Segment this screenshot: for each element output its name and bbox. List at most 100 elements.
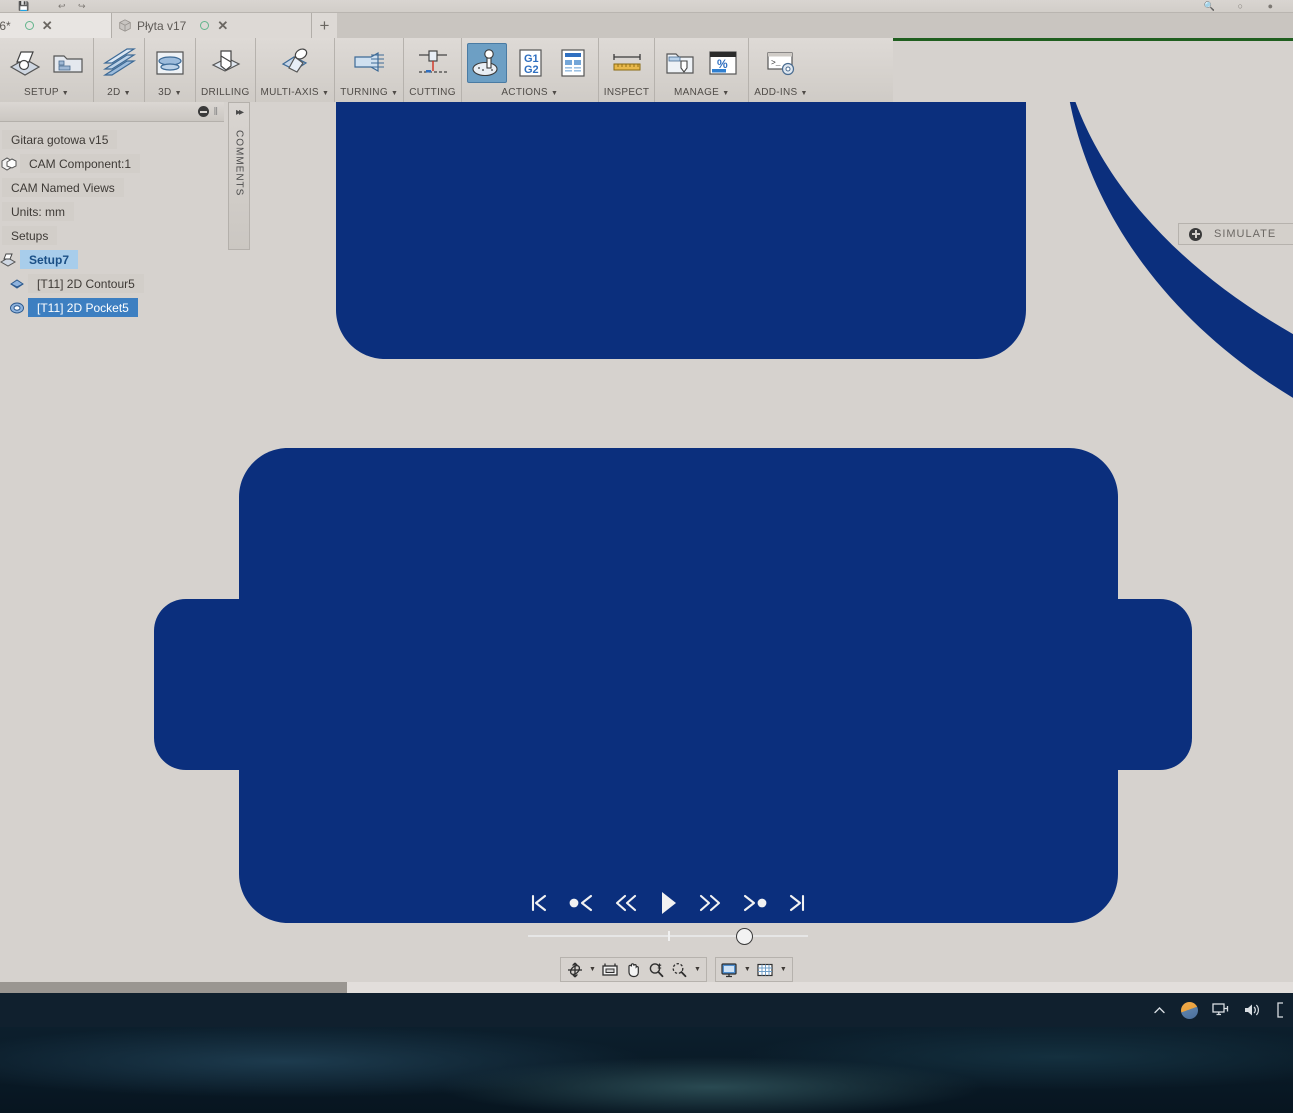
multi-axis-icon[interactable]	[275, 43, 315, 83]
show-hidden-icons-chevron[interactable]	[1152, 1003, 1167, 1018]
body-left-tab-shape	[154, 599, 300, 770]
tree-item-cam-component-label: CAM Component:1	[20, 154, 141, 173]
document-tab-1-modified-indicator	[200, 21, 210, 30]
window-title-bar: 💾 ↩ ↪ 🔍 ○ ●	[0, 0, 1293, 13]
document-tab-1-close-icon[interactable]: ✕	[217, 18, 228, 34]
tree-item-cam-component[interactable]: CAM Component:1	[0, 154, 224, 173]
drilling-icon[interactable]	[205, 43, 245, 83]
document-tab-0[interactable]: towa v16* ✕	[0, 13, 112, 38]
machining-time-icon[interactable]: %	[703, 43, 743, 83]
new-tab-button[interactable]: +	[312, 13, 337, 38]
redo-icon[interactable]: ↪	[78, 0, 86, 13]
body-right-tab-shape	[1100, 599, 1192, 770]
windows-taskbar[interactable]	[0, 993, 1293, 1027]
ribbon-group-2d-label[interactable]: 2D ▼	[99, 87, 139, 102]
desktop-wallpaper	[0, 1027, 1293, 1113]
svg-text:%: %	[717, 57, 728, 71]
chevron-down-icon[interactable]: ▼	[777, 966, 790, 973]
document-tab-1[interactable]: Płyta v17 ✕	[112, 13, 312, 38]
sun-moon-icon[interactable]	[1181, 1001, 1198, 1019]
orbit-icon[interactable]	[563, 959, 586, 980]
panel-grip[interactable]: ‖	[213, 106, 218, 118]
ribbon-group-multi-axis-label[interactable]: MULTI-AXIS ▼	[261, 87, 330, 102]
ribbon-group-2d: 2D ▼	[94, 38, 145, 102]
network-icon[interactable]	[1212, 1002, 1229, 1018]
simulation-progress-slider[interactable]	[528, 928, 808, 945]
3d-toolpath-icon[interactable]	[150, 43, 190, 83]
skip-to-end-button[interactable]	[786, 892, 808, 914]
ribbon-group-drilling: DRILLING	[196, 38, 256, 102]
ribbon-group-drilling-label[interactable]: DRILLING	[201, 87, 250, 102]
step-forward-operation-button[interactable]	[740, 892, 770, 914]
simulate-dialog-title: SIMULATE	[1214, 228, 1277, 240]
tree-item-pocket5[interactable]: [T11] 2D Pocket5	[0, 298, 224, 317]
look-at-icon[interactable]	[599, 959, 622, 980]
tree-item-setup7[interactable]: Setup7	[0, 250, 224, 269]
grid-icon[interactable]	[754, 959, 777, 980]
slider-tick-marker	[668, 931, 670, 941]
setup-icon[interactable]	[5, 43, 45, 83]
tree-item-units-label: Units: mm	[2, 202, 74, 221]
undo-icon[interactable]: ↩	[58, 0, 66, 13]
ribbon-group-3d-label[interactable]: 3D ▼	[150, 87, 190, 102]
help-icon[interactable]: ○	[1238, 0, 1243, 13]
volume-icon[interactable]	[1243, 1002, 1261, 1018]
add-ins-icon[interactable]: >_	[761, 43, 801, 83]
component-icon	[1, 157, 17, 171]
notifications-icon[interactable]	[1275, 1002, 1287, 1018]
tree-item-contour5-label: [T11] 2D Contour5	[28, 274, 144, 293]
comments-panel[interactable]: ▸▸ COMMENTS	[228, 102, 250, 250]
ribbon-group-turning-label[interactable]: TURNING ▼	[340, 87, 398, 102]
save-icon[interactable]: 💾	[18, 0, 29, 13]
slider-handle[interactable]	[736, 928, 753, 945]
pan-hand-icon[interactable]	[622, 959, 645, 980]
setup-sheet-icon[interactable]	[553, 43, 593, 83]
chevron-down-icon: ▼	[61, 90, 69, 97]
ribbon-group-turning: TURNING ▼	[335, 38, 405, 102]
tree-item-root[interactable]: Gitara gotowa v15	[0, 130, 224, 149]
tree-item-units[interactable]: Units: mm	[0, 202, 224, 221]
chevron-down-icon[interactable]: ▼	[586, 966, 599, 973]
horizontal-scrollbar-thumb[interactable]	[0, 982, 347, 993]
plus-circle-icon[interactable]	[1189, 227, 1202, 241]
setup-folder-icon[interactable]	[48, 43, 88, 83]
rewind-button[interactable]	[613, 892, 639, 914]
2d-toolpath-icon[interactable]	[99, 43, 139, 83]
double-chevron-right-icon[interactable]: ▸▸	[236, 107, 244, 118]
account-icon[interactable]: ●	[1268, 0, 1273, 13]
ribbon-group-inspect-label[interactable]: INSPECT	[604, 87, 649, 102]
simulate-icon[interactable]	[466, 42, 507, 83]
cube-icon	[119, 19, 131, 32]
ribbon-group-manage-label[interactable]: MANAGE ▼	[660, 87, 743, 102]
step-back-operation-button[interactable]	[566, 892, 596, 914]
tree-item-contour5[interactable]: [T11] 2D Contour5	[0, 274, 224, 293]
ribbon-group-cutting-label[interactable]: CUTTING	[409, 87, 456, 102]
post-process-icon[interactable]: G1 G2	[510, 43, 550, 83]
simulate-dialog-collapsed[interactable]: SIMULATE	[1178, 223, 1293, 245]
chevron-down-icon[interactable]: ▼	[691, 966, 704, 973]
search-icon[interactable]: 🔍	[1204, 0, 1215, 13]
tool-library-icon[interactable]	[660, 43, 700, 83]
comments-panel-label: COMMENTS	[233, 130, 245, 197]
tree-item-named-views[interactable]: CAM Named Views	[0, 178, 224, 197]
horizontal-scrollbar[interactable]	[0, 982, 1293, 993]
minimize-panel-button[interactable]	[198, 106, 210, 117]
fast-forward-button[interactable]	[697, 892, 723, 914]
chevron-down-icon: ▼	[550, 90, 559, 97]
tree-item-pocket5-label: [T11] 2D Pocket5	[28, 298, 138, 317]
ribbon-group-setup-label[interactable]: SETUP ▼	[5, 87, 88, 102]
zoom-fit-icon[interactable]	[668, 959, 691, 980]
turning-icon[interactable]	[349, 43, 389, 83]
skip-to-start-button[interactable]	[528, 892, 550, 914]
cutting-icon[interactable]	[413, 43, 453, 83]
tree-item-setups[interactable]: Setups	[0, 226, 224, 245]
ribbon-group-actions-label[interactable]: ACTIONS ▼	[467, 87, 593, 102]
zoom-icon[interactable]	[645, 959, 668, 980]
play-button[interactable]	[655, 889, 681, 917]
monitor-icon[interactable]	[718, 959, 741, 980]
inspect-ruler-icon[interactable]	[607, 43, 647, 83]
chevron-down-icon[interactable]: ▼	[741, 966, 754, 973]
ribbon-group-add-ins-label[interactable]: ADD-INS ▼	[754, 87, 808, 102]
chevron-down-icon: ▼	[391, 90, 399, 97]
document-tab-0-close-icon[interactable]: ✕	[42, 18, 53, 34]
